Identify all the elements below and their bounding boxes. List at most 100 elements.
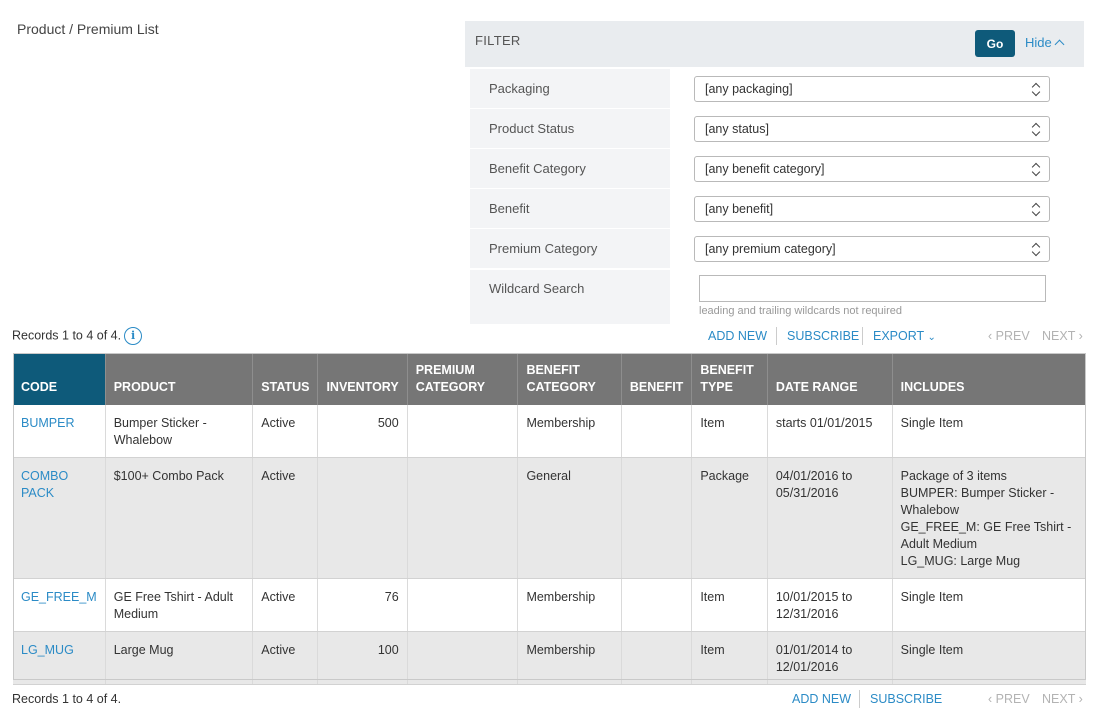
product-code-link[interactable]: BUMPER (21, 416, 74, 430)
header-line: CATEGORY (526, 380, 596, 394)
packaging-select[interactable]: [any packaging] (694, 76, 1050, 102)
add-new-link-bottom[interactable]: ADD NEW (792, 692, 851, 706)
prev-link-bottom[interactable]: ‹ PREV (988, 692, 1030, 706)
info-icon[interactable]: i (124, 327, 143, 345)
product-status-select[interactable]: [any status] (694, 116, 1050, 142)
benefit-select-value: [any benefit] (705, 202, 774, 216)
cell-line: Single Item (900, 416, 964, 430)
chevron-left-icon: ‹ (988, 329, 993, 343)
cell-line: 01/01/2014 to (775, 643, 853, 657)
cell-line: 05/31/2016 (775, 486, 839, 500)
cell-date-range: 01/01/2014 to 12/01/2016 (767, 631, 893, 685)
col-header-status[interactable]: STATUS (252, 353, 319, 405)
col-header-benefit[interactable]: BENEFIT (621, 353, 693, 405)
export-link[interactable]: EXPORT ⌄ (873, 329, 936, 343)
filter-label-benefit-category: Benefit Category (470, 149, 670, 188)
cell-line: Medium (113, 607, 159, 621)
next-link-top[interactable]: NEXT › (1042, 329, 1083, 343)
col-header-premium-category[interactable]: PREMIUM CATEGORY (407, 353, 519, 405)
select-arrows-icon (1032, 203, 1040, 215)
cell-line: 04/01/2016 to (775, 469, 853, 483)
product-status-select-value: [any status] (705, 122, 769, 136)
cell-inventory (317, 457, 408, 579)
cell-line: Large Mug (113, 643, 174, 657)
wildcard-label-cell (470, 270, 670, 324)
filter-label-packaging: Packaging (470, 69, 670, 108)
cell-premium-category (407, 457, 519, 579)
subscribe-link-bottom[interactable]: SUBSCRIBE (870, 692, 942, 706)
filter-row-benefit: Benefit [any benefit] (470, 189, 1084, 228)
table-row: BUMPER Bumper Sticker - Whalebow Active 5… (13, 405, 1086, 458)
col-header-benefit-type[interactable]: BENEFIT TYPE (691, 353, 768, 405)
col-header-product[interactable]: PRODUCT (105, 353, 254, 405)
cell-product: Large Mug (105, 631, 254, 685)
prev-label: PREV (995, 329, 1030, 343)
filter-row-packaging: Packaging [any packaging] (470, 69, 1084, 108)
cell-line: Whalebow (113, 433, 173, 447)
table-row: COMBO PACK $100+ Combo Pack Active Genera… (13, 457, 1086, 579)
col-header-includes[interactable]: INCLUDES (892, 353, 1086, 405)
cell-code: GE_FREE_M (13, 578, 106, 632)
benefit-select[interactable]: [any benefit] (694, 196, 1050, 222)
go-button[interactable]: Go (975, 30, 1015, 57)
filter-label-product-status: Product Status (470, 109, 670, 148)
records-count-top: Records 1 to 4 of 4. i (12, 327, 143, 345)
col-header-date-range[interactable]: DATE RANGE (767, 353, 893, 405)
cell-benefit-type: Item (691, 578, 768, 632)
col-header-benefit-category[interactable]: BENEFIT CATEGORY (517, 353, 622, 405)
premium-category-select[interactable]: [any premium category] (694, 236, 1050, 262)
hide-filter-label: Hide (1025, 35, 1052, 50)
table-row: LG_MUG Large Mug Active 100 Membership I… (13, 631, 1086, 685)
cell-product: $100+ Combo Pack (105, 457, 254, 579)
cell-line: Bumper Sticker - (113, 416, 207, 430)
cell-status: Active (252, 457, 319, 579)
filter-header: FILTER Go Hide (465, 21, 1084, 67)
cell-line: BUMPER: Bumper Sticker - (900, 486, 1055, 500)
col-header-code[interactable]: CODE (13, 353, 106, 405)
cell-line: COMBO (21, 469, 69, 483)
chevron-down-icon: ⌄ (927, 332, 936, 343)
filter-label-premium-category: Premium Category (470, 229, 670, 268)
cell-line: Whalebow (900, 503, 959, 517)
cell-benefit-category: Membership (517, 405, 622, 458)
cell-line: GE_FREE_M: GE Free Tshirt - (900, 520, 1072, 534)
product-code-link[interactable]: GE_FREE_M (21, 590, 97, 604)
divider (776, 327, 777, 345)
cell-date-range: 04/01/2016 to 05/31/2016 (767, 457, 893, 579)
benefit-category-select[interactable]: [any benefit category] (694, 156, 1050, 182)
cell-benefit-category: General (517, 457, 622, 579)
wildcard-search-input[interactable] (699, 275, 1046, 302)
hide-filter-link[interactable]: Hide (1025, 35, 1065, 50)
wildcard-search-label: Wildcard Search (489, 281, 585, 296)
cell-benefit (621, 631, 693, 685)
filter-row-premium-category: Premium Category [any premium category] (470, 229, 1084, 268)
product-code-link[interactable]: LG_MUG (21, 643, 74, 657)
filter-title: FILTER (475, 33, 521, 48)
divider (859, 690, 860, 708)
cell-status: Active (252, 405, 319, 458)
add-new-link-top[interactable]: ADD NEW (708, 329, 767, 343)
divider (862, 327, 863, 345)
premium-category-select-value: [any premium category] (705, 242, 836, 256)
cell-includes: Single Item (892, 578, 1086, 632)
next-label: NEXT (1042, 692, 1076, 706)
cell-line: starts 01/01/2015 (775, 416, 873, 430)
wildcard-search-hint: leading and trailing wildcards not requi… (699, 305, 903, 317)
page-title: Product / Premium List (17, 21, 159, 37)
select-arrows-icon (1032, 83, 1040, 95)
cell-line: $100+ Combo Pack (113, 469, 224, 483)
cell-benefit (621, 578, 693, 632)
cell-premium-category (407, 405, 519, 458)
prev-link-top[interactable]: ‹ PREV (988, 329, 1030, 343)
cell-premium-category (407, 631, 519, 685)
filter-row-benefit-category: Benefit Category [any benefit category] (470, 149, 1084, 188)
col-header-inventory[interactable]: INVENTORY (317, 353, 408, 405)
product-code-link[interactable]: COMBO PACK (21, 469, 68, 500)
next-link-bottom[interactable]: NEXT › (1042, 692, 1083, 706)
cell-code: BUMPER (13, 405, 106, 458)
cell-inventory: 76 (317, 578, 408, 632)
cell-line: Package of 3 items (900, 469, 1007, 483)
subscribe-link-top[interactable]: SUBSCRIBE (787, 329, 859, 343)
header-line: TYPE (700, 380, 733, 394)
select-arrows-icon (1032, 163, 1040, 175)
